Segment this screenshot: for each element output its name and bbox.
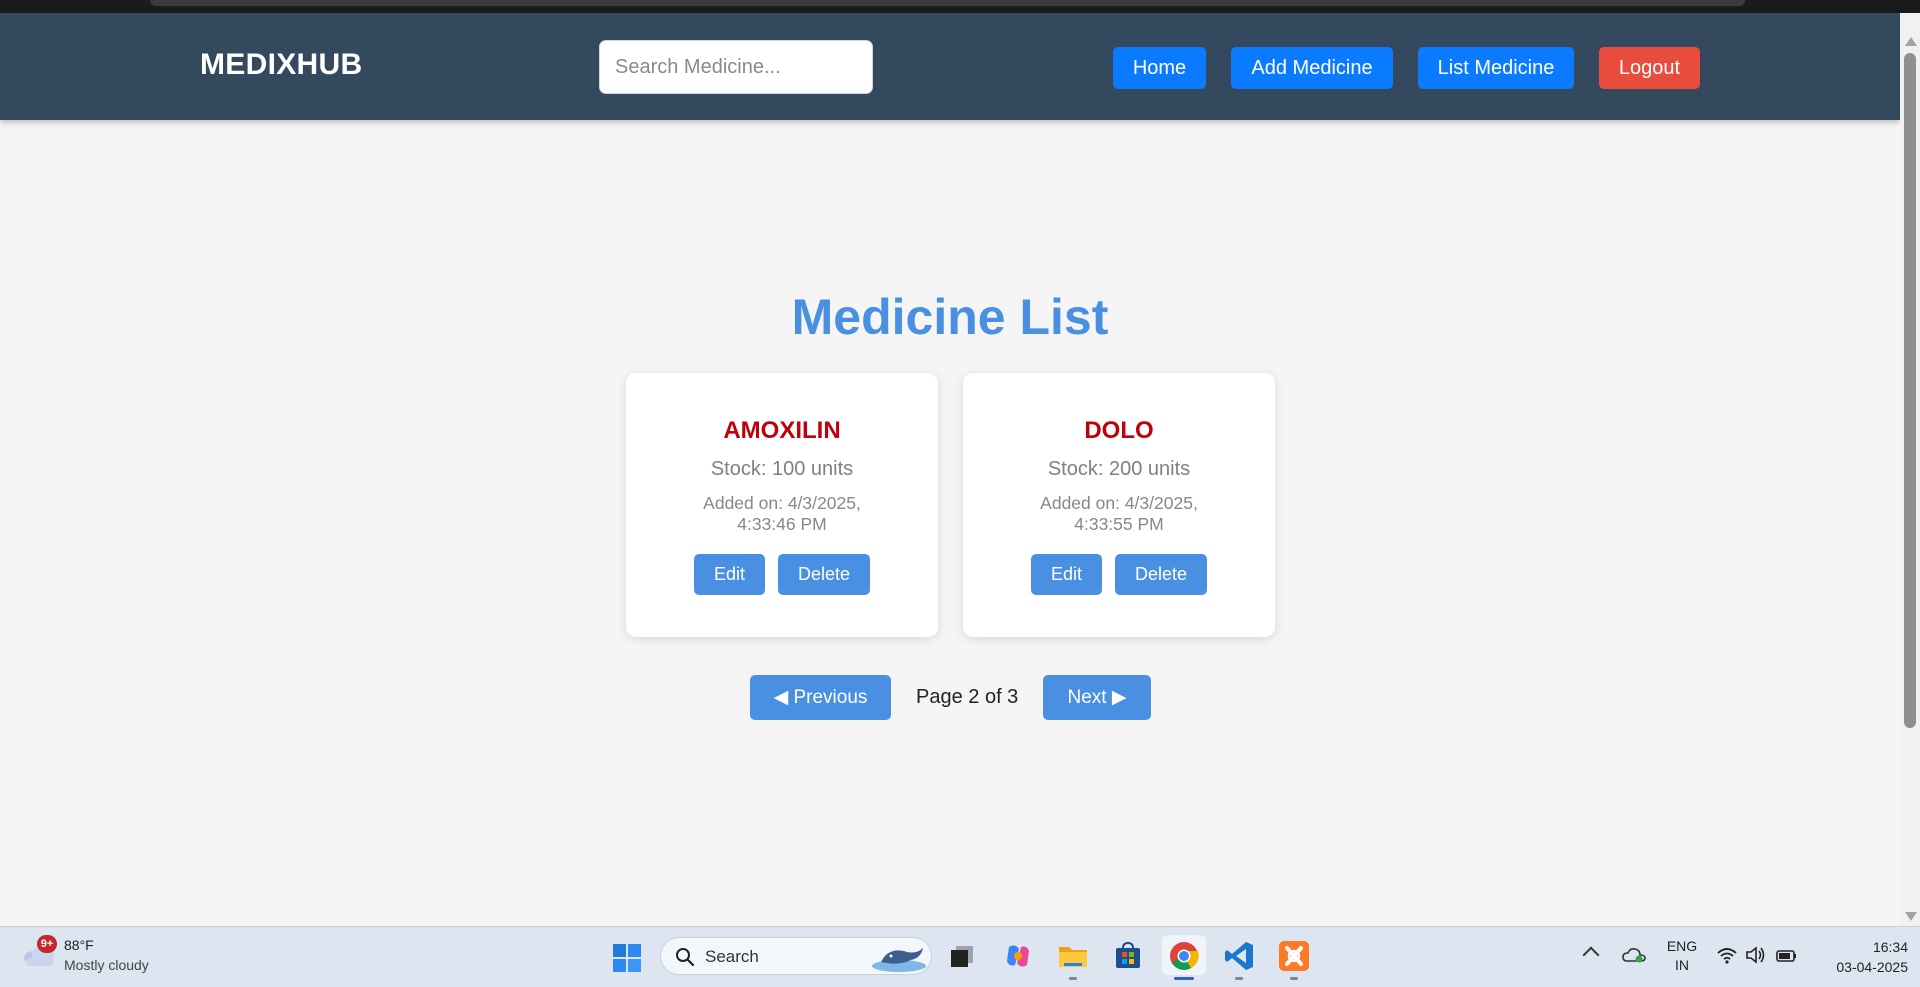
search-icon: [676, 948, 695, 967]
medicine-name: DOLO: [1084, 417, 1154, 444]
medicine-added-date: Added on: 4/3/2025, 4:33:46 PM: [686, 493, 878, 535]
weather-description[interactable]: Mostly cloudy: [64, 957, 149, 973]
previous-page-button[interactable]: ◀ Previous: [750, 675, 891, 720]
page-title: Medicine List: [791, 289, 1109, 345]
delete-button[interactable]: Delete: [778, 554, 870, 595]
add-medicine-button[interactable]: Add Medicine: [1231, 47, 1393, 89]
delete-button[interactable]: Delete: [1115, 554, 1207, 595]
medicine-added-date: Added on: 4/3/2025, 4:33:55 PM: [1023, 493, 1215, 535]
battery-icon[interactable]: [1774, 945, 1798, 965]
taskbar: 9+ 88°F Mostly cloudy Search ENG IN 16:3…: [0, 926, 1920, 987]
app-running-indicator: [1069, 977, 1077, 980]
next-page-button[interactable]: Next ▶: [1043, 675, 1151, 720]
language-indicator[interactable]: ENG IN: [1664, 937, 1700, 975]
scroll-thumb[interactable]: [1904, 53, 1916, 728]
microsoft-store-icon[interactable]: [1111, 939, 1145, 973]
wifi-icon[interactable]: [1716, 945, 1738, 965]
taskbar-search[interactable]: Search: [660, 937, 932, 975]
search-input[interactable]: [599, 40, 873, 94]
medicine-card: DOLO Stock: 200 units Added on: 4/3/2025…: [963, 373, 1275, 637]
medicine-stock: Stock: 100 units: [710, 458, 854, 480]
navbar: MEDIXHUB Home Add Medicine List Medicine…: [0, 13, 1900, 120]
app-active-indicator: [1174, 977, 1194, 980]
added-time-line: 4:33:55 PM: [1074, 514, 1164, 534]
logout-button[interactable]: Logout: [1599, 47, 1700, 89]
clock-date: 03-04-2025: [1836, 959, 1908, 975]
medicine-card: AMOXILIN Stock: 100 units Added on: 4/3/…: [626, 373, 938, 637]
added-date-line: Added on: 4/3/2025,: [703, 493, 861, 513]
windows-start-icon[interactable]: [612, 943, 642, 973]
medicine-name: AMOXILIN: [723, 417, 841, 444]
medicine-stock: Stock: 200 units: [1047, 458, 1191, 480]
home-button[interactable]: Home: [1113, 47, 1206, 89]
edit-button[interactable]: Edit: [694, 554, 765, 595]
show-hidden-icons-chevron-icon[interactable]: [1582, 946, 1600, 964]
task-view-icon[interactable]: [945, 939, 979, 973]
clock[interactable]: 16:34 03-04-2025: [1810, 937, 1908, 977]
language-code: ENG: [1666, 938, 1698, 954]
browser-tab-strip: [150, 0, 1745, 6]
added-time-line: 4:33:46 PM: [737, 514, 827, 534]
brand-logo[interactable]: MEDIXHUB: [200, 48, 362, 82]
copilot-icon[interactable]: [1001, 939, 1035, 973]
page-scrollbar[interactable]: [1900, 13, 1920, 926]
region-code: IN: [1675, 957, 1689, 973]
app-running-indicator: [1235, 977, 1243, 980]
edit-button[interactable]: Edit: [1031, 554, 1102, 595]
scroll-down-icon[interactable]: [1905, 912, 1917, 921]
onedrive-sync-icon[interactable]: [1622, 945, 1646, 965]
scroll-up-icon[interactable]: [1905, 37, 1917, 46]
app-running-indicator: [1290, 977, 1298, 980]
xampp-icon[interactable]: [1277, 939, 1311, 973]
taskbar-search-label: Search: [705, 947, 759, 966]
page-indicator: Page 2 of 3: [916, 686, 1019, 708]
weather-temperature[interactable]: 88°F: [64, 937, 94, 953]
file-explorer-icon[interactable]: [1056, 939, 1090, 973]
notification-badge: 9+: [37, 935, 57, 953]
added-date-line: Added on: 4/3/2025,: [1040, 493, 1198, 513]
browser-chrome: [0, 0, 1920, 13]
volume-icon[interactable]: [1744, 945, 1766, 965]
list-medicine-button[interactable]: List Medicine: [1418, 47, 1574, 89]
clock-time: 16:34: [1872, 939, 1908, 955]
vscode-icon[interactable]: [1222, 939, 1256, 973]
chrome-icon[interactable]: [1167, 939, 1201, 973]
whale-art-icon: [872, 948, 926, 972]
